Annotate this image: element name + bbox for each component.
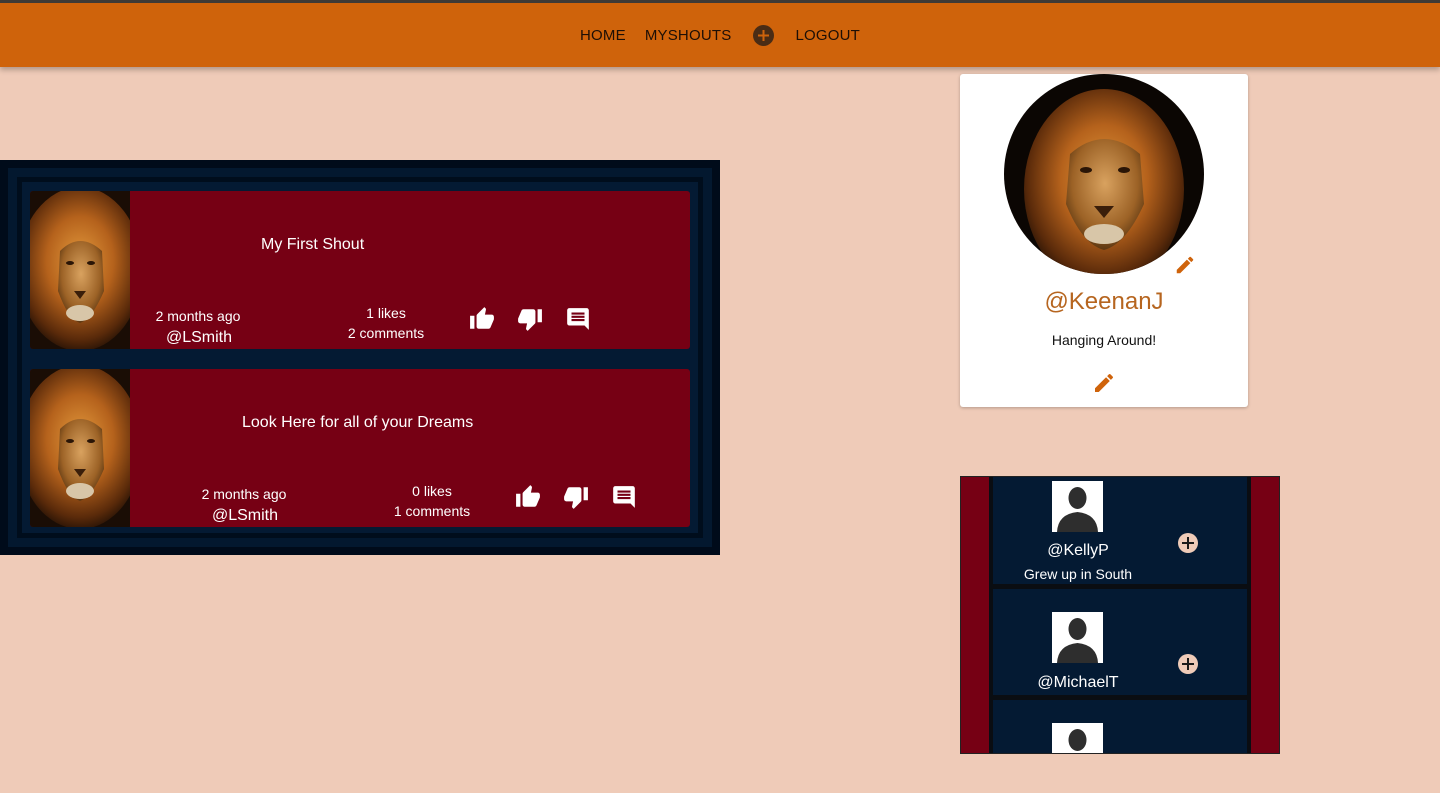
nav-myshouts-link[interactable]: MYSHOUTS	[645, 27, 732, 44]
nav-home-link[interactable]: HOME	[580, 27, 626, 44]
shout-author[interactable]: @LSmith	[134, 329, 264, 347]
shout-timestamp: 2 months ago	[155, 308, 241, 324]
profile-bio: Hanging Around!	[1051, 332, 1157, 348]
thumb-up-icon[interactable]	[469, 306, 495, 332]
edit-bio-pencil-icon[interactable]	[1092, 371, 1116, 395]
user-handle[interactable]: @MichaelT	[993, 674, 1163, 692]
nav-logout-link[interactable]: LOGOUT	[795, 27, 860, 44]
profile-card: @KeenanJ Hanging Around!	[960, 74, 1248, 407]
thumb-down-icon[interactable]	[563, 484, 589, 510]
plus-icon	[758, 29, 770, 41]
follow-plus-icon[interactable]	[1177, 532, 1199, 554]
new-shout-button[interactable]	[753, 24, 775, 46]
person-silhouette-icon	[1052, 481, 1103, 532]
comment-icon[interactable]	[565, 306, 591, 332]
shout-likes-count: 0 likes	[412, 483, 452, 499]
user-list-column: @KellyP Grew up in South @MichaelT	[989, 477, 1251, 753]
shout-likes-count: 1 likes	[366, 305, 406, 321]
shout-title: Look Here for all of your Dreams	[242, 414, 474, 431]
person-silhouette-icon	[1052, 612, 1103, 663]
lion-avatar-image	[30, 191, 130, 349]
top-navigation-bar: HOME MYSHOUTS LOGOUT	[0, 0, 1440, 67]
thumb-up-icon[interactable]	[515, 484, 541, 510]
thumb-down-icon[interactable]	[517, 306, 543, 332]
shout-card: My First Shout 2 months ago @LSmith 1 li…	[30, 191, 690, 349]
shout-comments-count: 2 comments	[347, 325, 425, 341]
shout-card: Look Here for all of your Dreams 2 month…	[30, 369, 690, 527]
nav-menu: HOME MYSHOUTS LOGOUT	[0, 3, 1440, 67]
user-handle[interactable]: @KellyP	[993, 542, 1163, 560]
user-card: @KellyP Grew up in South	[993, 477, 1247, 584]
user-suggestions-list: @KellyP Grew up in South @MichaelT	[960, 476, 1280, 754]
shout-feed: My First Shout 2 months ago @LSmith 1 li…	[0, 160, 720, 555]
shout-author[interactable]: @LSmith	[180, 507, 310, 525]
edit-avatar-pencil-icon[interactable]	[1174, 254, 1196, 276]
profile-avatar-image	[1004, 74, 1204, 274]
comment-icon[interactable]	[611, 484, 637, 510]
lion-avatar-image	[30, 369, 130, 527]
follow-plus-icon[interactable]	[1177, 653, 1199, 675]
shout-timestamp: 2 months ago	[201, 486, 287, 502]
user-bio: Grew up in South	[1023, 566, 1133, 582]
user-card	[993, 700, 1247, 753]
user-card: @MichaelT	[993, 589, 1247, 695]
profile-handle: @KeenanJ	[1044, 288, 1164, 315]
person-silhouette-icon	[1052, 723, 1103, 753]
shout-title: My First Shout	[261, 236, 365, 253]
shout-comments-count: 1 comments	[393, 503, 471, 519]
